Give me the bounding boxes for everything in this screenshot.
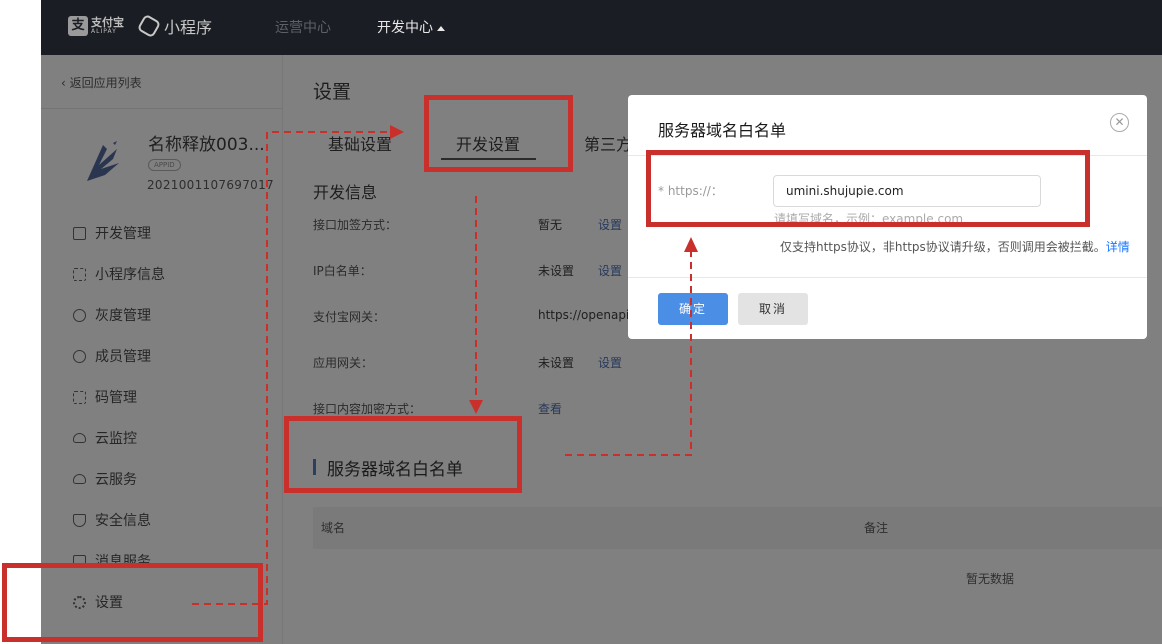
annotation-arrows	[192, 125, 698, 605]
arrowhead-up	[684, 237, 698, 252]
arrow-heading-to-dialog	[565, 252, 692, 456]
arrow-settings-to-tab	[192, 131, 392, 605]
screen: 支 支付宝 ALIPAY 小程序 运营中心 开发中心 ‹ 返回应用列表 名称释放…	[0, 0, 1162, 644]
arrowhead-right	[390, 125, 404, 139]
arrowhead-down	[469, 400, 483, 414]
